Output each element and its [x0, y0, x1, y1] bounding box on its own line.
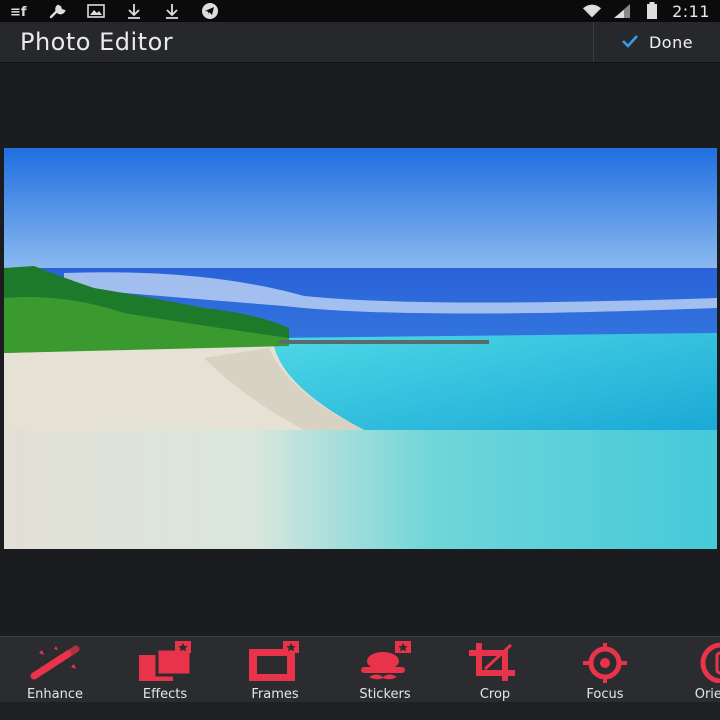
- tool-focus[interactable]: Focus: [550, 637, 660, 703]
- status-bar: ≡f 2:11: [0, 0, 720, 22]
- orientation-icon: [685, 639, 720, 685]
- tool-effects[interactable]: Effects: [110, 637, 220, 703]
- wifi-icon: [582, 3, 602, 19]
- magic-wand-icon: [25, 639, 85, 685]
- action-bar: Photo Editor Done: [0, 22, 720, 63]
- tool-frames[interactable]: Frames: [220, 637, 330, 703]
- tool-stickers[interactable]: Stickers: [330, 637, 440, 703]
- sticker-icon: [355, 639, 415, 685]
- done-label: Done: [648, 32, 694, 52]
- tools-toolbar: Enhance Effects Frames Stickers Crop Foc…: [0, 636, 720, 703]
- bottom-strip: [0, 702, 720, 720]
- tool-label: Enhance: [26, 687, 84, 702]
- tool-crop[interactable]: Crop: [440, 637, 550, 703]
- crop-icon: [465, 639, 525, 685]
- tool-label: Stickers: [359, 687, 411, 702]
- image-icon: [86, 3, 106, 19]
- download-icon: [162, 3, 182, 19]
- telegram-icon: [200, 3, 220, 19]
- tool-enhance[interactable]: Enhance: [0, 637, 110, 703]
- effects-icon: [135, 639, 195, 685]
- editor-canvas: [0, 63, 720, 635]
- svg-text:≡f: ≡f: [10, 5, 27, 18]
- tool-orient[interactable]: Orient: [660, 637, 720, 703]
- beach-photo: [4, 148, 717, 549]
- signal-icon: [612, 3, 632, 19]
- tool-label: Crop: [479, 687, 511, 702]
- tool-label: Frames: [251, 687, 299, 702]
- check-icon: [621, 33, 639, 52]
- photo-preview[interactable]: [4, 148, 717, 549]
- tool-label: Focus: [586, 687, 624, 702]
- done-button[interactable]: Done: [593, 22, 720, 62]
- frame-icon: [245, 639, 305, 685]
- wrench-icon: [48, 3, 68, 19]
- battery-icon: [642, 2, 662, 19]
- page-title: Photo Editor: [20, 28, 174, 56]
- download-icon: [124, 3, 144, 19]
- clock: 2:11: [672, 1, 710, 21]
- focus-icon: [575, 639, 635, 685]
- notification-f-icon: ≡f: [10, 3, 30, 19]
- tool-label: Effects: [142, 687, 188, 702]
- tool-label: Orient: [694, 687, 720, 702]
